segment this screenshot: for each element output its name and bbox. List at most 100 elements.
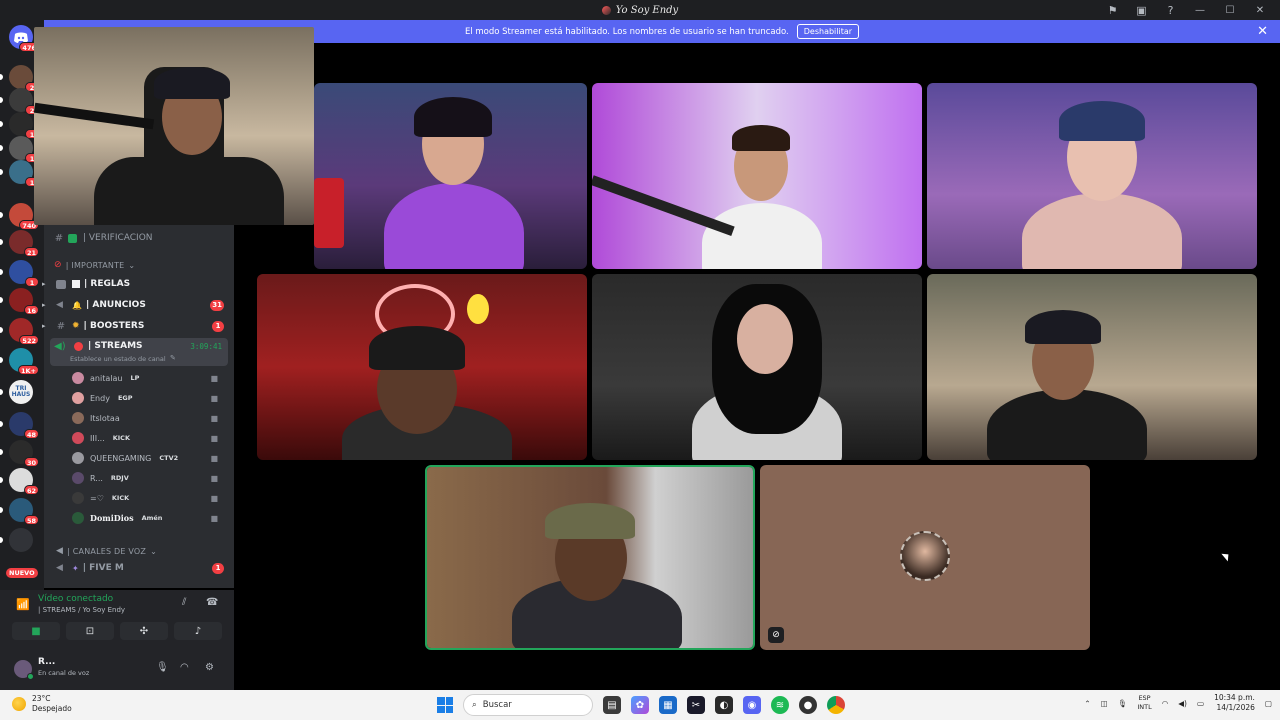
soundboard-button[interactable]: ♪ [174,622,222,640]
voice-user[interactable]: Endy EGP ■ [72,389,228,407]
store-icon[interactable]: ▦ [659,696,677,714]
capcut-icon[interactable]: ✂ [687,696,705,714]
voice-user-name: =♡ [90,493,104,503]
windows-start-icon[interactable] [437,697,453,713]
no-entry-icon: ⊘ [54,260,62,270]
chevron-up-icon[interactable]: ⌃ [1084,699,1090,708]
server-icon[interactable] [9,528,33,552]
unread-pip [0,169,3,175]
pencil-icon[interactable]: ✎ [170,354,176,362]
server-badge: 30 [23,457,39,467]
expand-arrow-icon: ▸ [42,301,46,309]
video-tile-1[interactable] [314,83,587,269]
voice-user[interactable]: Itslotaa ■ [72,409,228,427]
server-icon[interactable]: 58 [9,498,39,525]
title-bar: Yo Soy Endy ⚑ ▣ ? — ☐ ✕ [0,0,1280,20]
signal-icon[interactable]: 📶 [16,598,30,611]
voice-channel-path[interactable]: | STREAMS / Yo Soy Endy [38,606,125,614]
server-icon[interactable]: 522 [9,318,39,345]
task-view-icon[interactable]: ▤ [603,696,621,714]
volume-icon[interactable]: ◀) [1178,699,1187,708]
voice-user-name: QUEENGAMING [90,453,152,463]
disconnect-icon[interactable]: ☎ [206,597,218,608]
screen-share-icon[interactable]: ▣ [1136,5,1147,16]
server-icon[interactable]: 2 [9,65,39,92]
voice-user-name: DomiDios [90,513,134,523]
channel-streams-selected[interactable]: ◀) | STREAMS 3:09:41 Establece un estado… [50,338,228,366]
voice-user[interactable]: anitalau LP ■ [72,369,228,387]
user-panel: R... En canal de voz 🎙 ◠ ⚙ [0,652,234,690]
server-icon[interactable]: 1 [9,160,39,187]
unread-pip [0,145,3,151]
streamer-webcam-overlay [34,27,314,225]
video-tile-3[interactable] [927,83,1257,269]
notifications-icon[interactable]: ▢ [1265,699,1272,708]
minimize-button[interactable]: — [1194,5,1206,16]
video-tile-6[interactable] [927,274,1257,460]
screen-share-button[interactable]: ⊡ [66,622,114,640]
channel-anuncios[interactable]: ▸ ◀ 🔔 | ANUNCIOS 31 [42,295,234,315]
chrome-icon[interactable] [827,696,845,714]
channel-boosters[interactable]: ▸ # ✹ | BOOSTERS 1 [42,316,234,336]
disable-streamer-mode-button[interactable]: Deshabilitar [796,24,860,39]
server-icon[interactable]: 48 [9,412,39,439]
help-icon[interactable]: ? [1165,5,1176,16]
gear-icon[interactable]: ⚙ [205,662,214,673]
close-icon[interactable]: ✕ [1257,24,1268,39]
server-icon[interactable]: 2 [9,88,39,115]
video-tile-active-speaker[interactable] [425,465,755,650]
taskbar-search[interactable]: ⌕ Buscar [463,694,593,716]
clock[interactable]: 10:34 p.m. 14/1/2026 [1214,693,1255,713]
weather-widget[interactable]: 23°C Despejado [12,694,72,714]
obs-icon[interactable]: ◐ [715,696,733,714]
camera-on-icon: ■ [210,513,218,523]
video-tile-avatar-only[interactable]: ⊘ [760,465,1090,650]
activities-button[interactable]: ✣ [120,622,168,640]
channel-status-prompt[interactable]: Establece un estado de canal [70,355,166,363]
video-tile-4[interactable] [257,274,587,460]
network-icon[interactable]: ◫ [1101,699,1108,708]
camera-on-icon: ■ [210,493,218,503]
app-icon[interactable]: ● [799,696,817,714]
discord-icon[interactable]: ◉ [743,696,761,714]
server-icon[interactable]: 21 [9,230,39,257]
wifi-icon[interactable]: ◠ [1162,699,1169,708]
server-icon[interactable]: 1K+ [9,348,39,375]
rules-icon [56,279,66,289]
microphone-icon[interactable]: 🎙 [156,662,169,673]
maximize-button[interactable]: ☐ [1224,5,1236,16]
server-icon[interactable]: TRI HAUS [9,380,33,404]
server-icon[interactable]: 30 [9,440,39,467]
category-importante[interactable]: ⊘ | IMPORTANTE ⌄ [54,260,135,270]
language-indicator[interactable]: ESP INTL [1137,694,1151,712]
channel-verificacion[interactable]: # | VERIFICACION [54,228,244,248]
avatar [72,392,84,404]
video-tile-5[interactable] [592,274,922,460]
channel-fivem[interactable]: ◀ ✦ | FIVE M 1 [56,558,234,578]
voice-user[interactable]: QUEENGAMING CTV2 ■ [72,449,228,467]
spotify-icon[interactable]: ≋ [771,696,789,714]
category-canales-de-voz[interactable]: ◀ | CANALES DE VOZ ⌄ [56,546,157,556]
close-window-button[interactable]: ✕ [1254,5,1266,16]
direct-messages-button[interactable]: 476 [9,25,39,52]
server-icon[interactable]: 62 [9,468,39,495]
server-icon[interactable]: 1 [9,112,39,139]
server-icon[interactable]: 740 [9,203,39,230]
server-icon[interactable]: 1 [9,136,39,163]
voice-user[interactable]: DomiDios Amén ■ [72,509,228,527]
copilot-icon[interactable]: ✿ [631,696,649,714]
noise-suppression-icon[interactable]: ⫽ [182,597,186,608]
channel-reglas[interactable]: ▸ | REGLAS [42,274,234,294]
voice-user[interactable]: III... KICK ■ [72,429,228,447]
voice-user[interactable]: R... RDJV ■ [72,469,228,487]
headphones-icon[interactable]: ◠ [180,662,189,673]
battery-icon[interactable]: ▭ [1197,699,1204,708]
inbox-icon[interactable]: ⚑ [1107,5,1118,16]
server-icon[interactable]: 16 [9,288,39,315]
server-icon[interactable]: 1 [9,260,39,287]
voice-user[interactable]: =♡ KICK ■ [72,489,228,507]
camera-button[interactable]: ■ [12,622,60,640]
video-tile-2[interactable] [592,83,922,269]
microphone-icon[interactable]: 🎙 [1118,699,1128,708]
mouse-cursor [1221,550,1232,562]
